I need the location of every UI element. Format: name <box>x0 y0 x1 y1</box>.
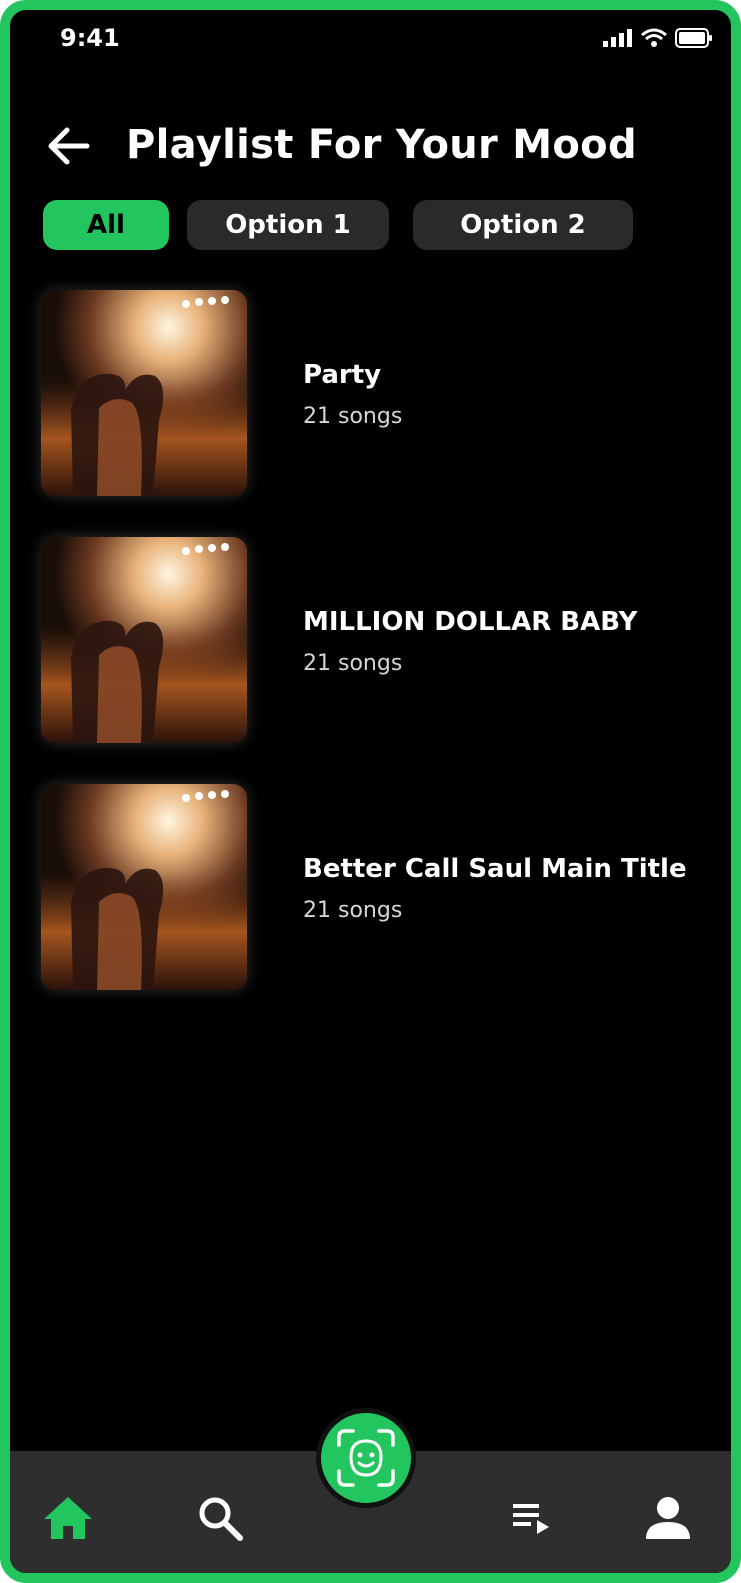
nav-home[interactable] <box>38 1488 98 1548</box>
playlist-song-count: 21 songs <box>303 651 403 676</box>
wifi-icon <box>641 28 667 47</box>
status-icons <box>603 28 713 48</box>
playlist-cover <box>41 290 247 496</box>
playlist-title: Party <box>303 360 382 390</box>
playlist-song-count: 21 songs <box>303 898 403 923</box>
nav-profile[interactable] <box>638 1488 698 1548</box>
playlist-title: Better Call Saul Main Title <box>303 854 687 884</box>
profile-icon <box>646 1497 690 1539</box>
nav-queue[interactable] <box>502 1488 562 1548</box>
playlist-row[interactable]: MILLION DOLLAR BABY 21 songs <box>41 537 721 743</box>
status-time: 9:41 <box>60 24 120 52</box>
battery-icon <box>675 28 712 48</box>
arrow-left-icon <box>48 127 90 165</box>
phone-screen: 9:41 Playlist For Your Mood All Option 1 <box>0 0 741 1583</box>
playlist-cover <box>41 537 247 743</box>
nav-search[interactable] <box>190 1488 250 1548</box>
face-scan-icon <box>337 1429 395 1487</box>
filter-chip-label: Option 2 <box>460 210 586 240</box>
page-title: Playlist For Your Mood <box>126 122 637 168</box>
filter-chip-option-2[interactable]: Option 2 <box>413 200 633 250</box>
home-icon <box>44 1497 92 1539</box>
face-scan-button[interactable] <box>316 1408 416 1508</box>
playlist-row[interactable]: Party 21 songs <box>41 290 721 496</box>
playlist-row[interactable]: Better Call Saul Main Title 21 songs <box>41 784 721 990</box>
filter-chip-label: Option 1 <box>225 210 351 240</box>
playlist-song-count: 21 songs <box>303 404 403 429</box>
playlist-title: MILLION DOLLAR BABY <box>303 607 638 637</box>
search-icon <box>199 1497 243 1541</box>
back-button[interactable] <box>40 118 96 174</box>
playlist-cover <box>41 784 247 990</box>
queue-icon <box>513 1504 549 1534</box>
filter-chip-all[interactable]: All <box>43 200 169 250</box>
filter-chip-option-1[interactable]: Option 1 <box>187 200 389 250</box>
signal-icon <box>603 29 632 47</box>
filter-chip-label: All <box>87 210 125 240</box>
